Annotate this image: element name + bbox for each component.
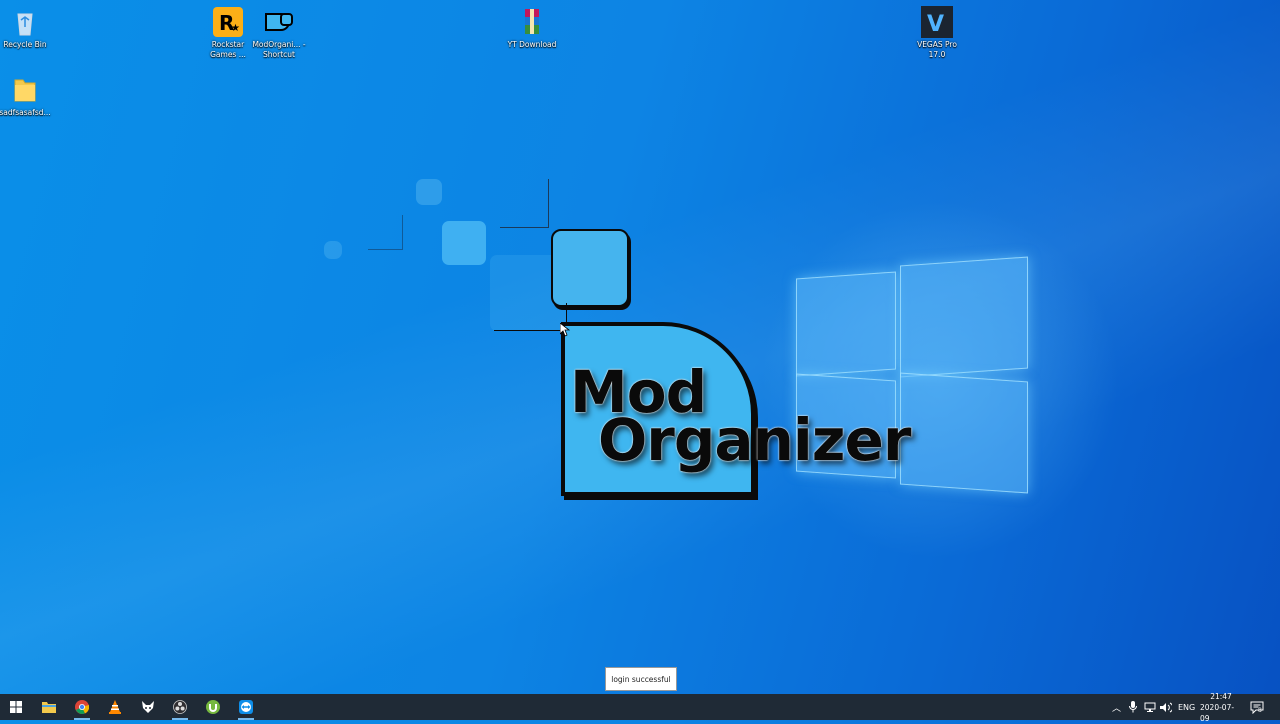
utorrent-icon (206, 700, 220, 714)
teamviewer-icon (239, 700, 253, 714)
taskbar-utorrent[interactable] (203, 697, 223, 717)
chrome-icon (75, 700, 89, 714)
taskbar-file-explorer[interactable] (39, 697, 59, 717)
start-button[interactable] (6, 697, 26, 717)
decor-line (566, 303, 567, 323)
decor-square (324, 241, 342, 259)
tray-language[interactable]: ENG (1178, 694, 1195, 720)
desktop-icon-label: YT Download (507, 40, 557, 49)
decor-outline (368, 215, 403, 250)
action-center-button[interactable]: 8 (1250, 694, 1264, 720)
login-status-toast: login successful (605, 667, 677, 691)
tray-clock[interactable]: 21:47 2020-07-09 (1200, 691, 1242, 723)
desktop-icon-label: VEGAS Pro 17.0 (917, 40, 957, 59)
clock-date: 2020-07-09 (1200, 702, 1235, 723)
desktop-icon-recycle-bin[interactable]: Recycle Bin (0, 6, 53, 50)
svg-text:V: V (927, 12, 944, 37)
desktop-icon-label: ModOrgani... - Shortcut (252, 40, 306, 59)
desktop-icon-folder[interactable]: sadfsasafsd... (0, 74, 53, 118)
microphone-icon (1129, 701, 1137, 713)
speaker-icon (1160, 702, 1172, 712)
mod-organizer-title-organizer: Organizer (598, 406, 911, 474)
decor-square (416, 179, 442, 205)
desktop-icon-label: sadfsasafsd... (0, 108, 51, 117)
desktop-icon-label: Recycle Bin (3, 40, 47, 49)
tray-volume[interactable] (1160, 694, 1172, 720)
windows-start-icon (10, 701, 22, 713)
desktop-icon-modorganizer[interactable]: ModOrgani... - Shortcut (251, 6, 307, 60)
folder-icon (42, 702, 56, 713)
notification-count-badge: 8 (1258, 707, 1262, 714)
desktop-icon-label: Rockstar Games ... (210, 40, 246, 59)
vlc-cone-icon (109, 700, 121, 714)
tray-overflow-button[interactable]: ︿ (1112, 694, 1121, 720)
fox-mask-icon (142, 701, 154, 713)
mouse-cursor (559, 322, 571, 341)
rockstar-games-icon: R ★ (212, 6, 244, 38)
mod-organizer-splash: Mod Organizer (320, 175, 970, 505)
taskbar-vlc[interactable] (105, 697, 125, 717)
tray-microphone[interactable] (1129, 694, 1137, 720)
clock-time: 21:47 (1210, 691, 1232, 701)
decor-line (494, 330, 562, 331)
network-icon (1144, 702, 1156, 712)
modorganizer-shortcut-icon (263, 6, 295, 38)
tray-network[interactable] (1144, 694, 1156, 720)
desktop-icon-rockstar[interactable]: R ★ Rockstar Games ... (200, 6, 256, 60)
taskbar-obs[interactable] (170, 697, 190, 720)
decor-outline (500, 179, 549, 228)
folder-icon (9, 74, 41, 106)
taskbar: ︿ ENG 21:47 2020-07-09 8 (0, 691, 1280, 723)
desktop-icon-yt-download[interactable]: YT Download (504, 6, 560, 50)
desktop-icon-vegas-pro[interactable]: V VEGAS Pro 17.0 (909, 6, 965, 60)
decor-square (551, 229, 629, 307)
taskbar-chrome[interactable] (72, 697, 92, 720)
obs-icon (173, 700, 187, 714)
taskbar-teamviewer[interactable] (236, 697, 256, 720)
decor-square (442, 221, 486, 265)
chevron-up-icon: ︿ (1112, 703, 1122, 714)
recycle-bin-icon (9, 6, 41, 38)
vegas-pro-icon: V (921, 6, 953, 38)
svg-text:★: ★ (231, 23, 240, 34)
taskbar-app-fox[interactable] (138, 697, 158, 717)
winrar-archive-icon (516, 6, 548, 38)
